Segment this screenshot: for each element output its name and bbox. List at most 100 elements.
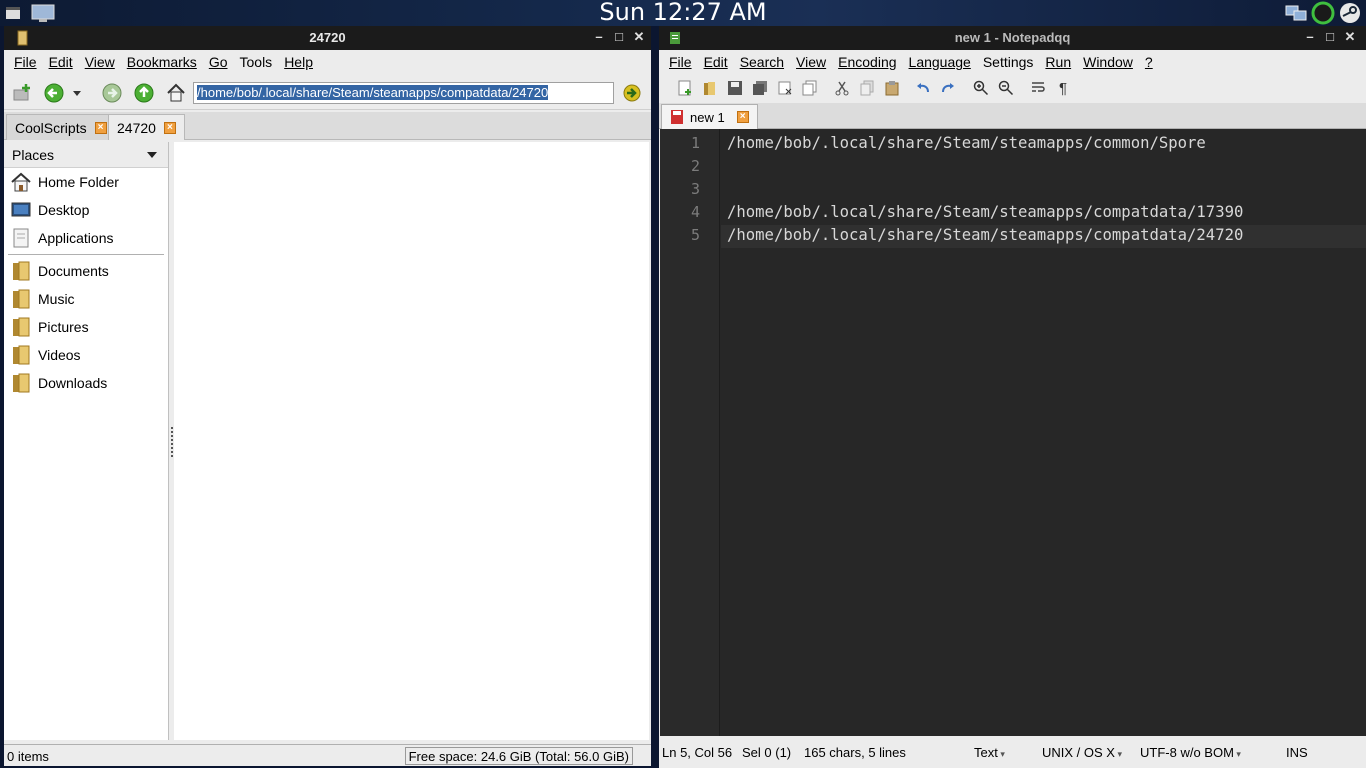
menu-bookmarks[interactable]: Bookmarks: [121, 54, 203, 70]
menu-file[interactable]: File: [663, 54, 698, 70]
menu-window[interactable]: Window: [1077, 54, 1139, 70]
word-wrap-icon[interactable]: [1030, 80, 1046, 96]
file-list-area[interactable]: [174, 142, 649, 740]
maximize-button[interactable]: □: [1322, 28, 1338, 46]
menu-view[interactable]: View: [790, 54, 832, 70]
menu-search[interactable]: Search: [734, 54, 790, 70]
sidebar-item-videos[interactable]: Videos: [4, 341, 168, 369]
sidebar-item-label: Home Folder: [38, 174, 119, 190]
sidebar-item-label: Applications: [38, 230, 114, 246]
menu-view[interactable]: View: [79, 54, 121, 70]
sidebar-item-downloads[interactable]: Downloads: [4, 369, 168, 397]
new-tab-button[interactable]: [10, 81, 34, 105]
new-file-icon[interactable]: [677, 80, 693, 96]
steam-icon[interactable]: [1339, 2, 1361, 24]
network-icon[interactable]: [1284, 3, 1308, 23]
folder-icon: [10, 344, 32, 366]
history-dropdown-icon[interactable]: [70, 81, 84, 105]
file-manager-titlebar[interactable]: 24720 – □ ✕: [4, 26, 651, 50]
encoding-select[interactable]: UTF-8 w/o BOM: [1140, 745, 1241, 760]
paste-icon[interactable]: [884, 80, 900, 96]
menu-run[interactable]: Run: [1039, 54, 1077, 70]
forward-button[interactable]: [100, 81, 124, 105]
copy-icon[interactable]: [859, 80, 875, 96]
item-count: 0 items: [7, 749, 49, 764]
sidebar-item-label: Pictures: [38, 319, 89, 335]
status-ring-icon[interactable]: [1311, 1, 1335, 25]
up-button[interactable]: [132, 81, 156, 105]
menu-file[interactable]: File: [8, 54, 43, 70]
language-value: Text: [974, 744, 998, 760]
file-manager-statusbar: 0 items Free space: 24.6 GiB (Total: 56.…: [4, 744, 651, 766]
line-number: 3: [690, 180, 700, 198]
menu-encoding[interactable]: Encoding: [832, 54, 902, 70]
zoom-in-icon[interactable]: [973, 80, 989, 96]
close-button[interactable]: ✕: [1342, 28, 1358, 46]
code-line[interactable]: /home/bob/.local/share/Steam/steamapps/c…: [727, 224, 1243, 247]
close-tab-icon[interactable]: ×: [736, 111, 749, 123]
code-line[interactable]: /home/bob/.local/share/Steam/steamapps/c…: [727, 132, 1206, 155]
tab-label: CoolScripts: [15, 119, 87, 136]
code-editor[interactable]: 1 2 3 4 5 /home/bob/.local/share/Steam/s…: [660, 129, 1366, 736]
file-manager-menubar: File Edit View Bookmarks Go Tools Help: [4, 50, 651, 74]
tab-coolscripts[interactable]: CoolScripts ×: [6, 114, 116, 140]
folder-icon: [10, 316, 32, 338]
sidebar-item-desktop[interactable]: Desktop: [4, 196, 168, 224]
splitter-grip[interactable]: [171, 427, 173, 457]
show-all-characters-icon[interactable]: ¶: [1055, 80, 1071, 97]
maximize-button[interactable]: □: [611, 28, 627, 46]
editor-window: new 1 - Notepadqq – □ ✕ File Edit Search…: [659, 26, 1366, 768]
clock[interactable]: Sun 12:27 AM: [0, 0, 1366, 26]
menu-language[interactable]: Language: [903, 54, 977, 70]
save-all-icon[interactable]: [752, 80, 768, 96]
menu-tools[interactable]: Tools: [234, 54, 279, 70]
sidebar-item-music[interactable]: Music: [4, 285, 168, 313]
folder-icon: [10, 288, 32, 310]
menu-go[interactable]: Go: [203, 54, 234, 70]
close-file-icon[interactable]: [777, 80, 793, 96]
code-line[interactable]: /home/bob/.local/share/Steam/steamapps/c…: [727, 201, 1243, 224]
close-tab-icon[interactable]: ×: [163, 121, 176, 134]
editor-toolbar: ¶: [659, 74, 1366, 102]
minimize-button[interactable]: –: [1302, 28, 1318, 46]
menu-settings[interactable]: Settings: [977, 54, 1040, 70]
line-number: 5: [690, 226, 700, 244]
encoding-value: UTF-8 w/o BOM: [1140, 744, 1234, 760]
insert-mode-indicator[interactable]: INS: [1286, 745, 1308, 760]
go-button[interactable]: [620, 81, 644, 105]
menu-edit[interactable]: Edit: [43, 54, 79, 70]
document-stats: 165 chars, 5 lines: [804, 744, 906, 760]
home-button[interactable]: [164, 81, 188, 105]
close-tab-icon[interactable]: ×: [94, 121, 107, 134]
sidebar-item-home[interactable]: Home Folder: [4, 168, 168, 196]
sidebar-item-pictures[interactable]: Pictures: [4, 313, 168, 341]
applications-icon: [10, 227, 32, 249]
redo-icon[interactable]: [940, 80, 956, 96]
menu-help[interactable]: Help: [278, 54, 319, 70]
tab-label: 24720: [117, 119, 156, 136]
open-file-icon[interactable]: [702, 80, 718, 96]
tab-new-1[interactable]: new 1 ×: [661, 104, 758, 129]
back-button[interactable]: [42, 81, 66, 105]
menu-help[interactable]: ?: [1139, 54, 1159, 70]
tab-24720[interactable]: 24720 ×: [108, 114, 185, 140]
places-header[interactable]: Places: [4, 142, 168, 168]
editor-titlebar[interactable]: new 1 - Notepadqq – □ ✕: [659, 26, 1366, 50]
undo-icon[interactable]: [915, 80, 931, 96]
sidebar-item-documents[interactable]: Documents: [4, 257, 168, 285]
minimize-button[interactable]: –: [591, 28, 607, 46]
window-title: new 1 - Notepadqq: [954, 30, 1071, 45]
save-icon[interactable]: [727, 80, 743, 96]
close-button[interactable]: ✕: [631, 28, 647, 46]
zoom-out-icon[interactable]: [998, 80, 1014, 96]
eol-select[interactable]: UNIX / OS X: [1042, 745, 1122, 760]
sidebar-item-applications[interactable]: Applications: [4, 224, 168, 252]
language-select[interactable]: Text: [974, 745, 1030, 760]
selection-info: Sel 0 (1): [742, 744, 792, 760]
menu-edit[interactable]: Edit: [698, 54, 734, 70]
file-manager-toolbar: /home/bob/.local/share/Steam/steamapps/c…: [4, 76, 651, 110]
cut-icon[interactable]: [834, 80, 850, 96]
line-number-gutter: 1 2 3 4 5: [660, 129, 720, 736]
close-all-icon[interactable]: [802, 80, 818, 96]
location-input[interactable]: /home/bob/.local/share/Steam/steamapps/c…: [193, 82, 614, 104]
